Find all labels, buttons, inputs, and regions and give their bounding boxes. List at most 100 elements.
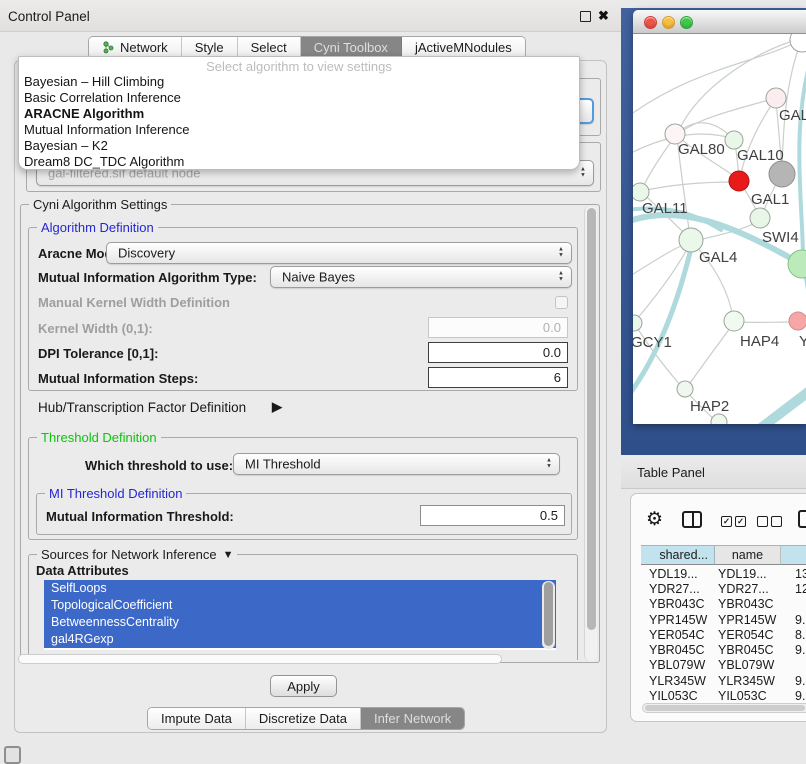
attributes-scroll-thumb[interactable]	[544, 582, 553, 646]
mi-algorithm-type-value: Naive Bayes	[282, 270, 355, 285]
tab-discretize-data[interactable]: Discretize Data	[246, 708, 361, 729]
collapsed-panel-button[interactable]	[4, 746, 21, 764]
settings-scroll-thumb[interactable]	[587, 208, 596, 630]
apply-button-label: Apply	[287, 679, 320, 694]
network-node-gal[interactable]	[766, 88, 786, 108]
popup-item-mutual-information[interactable]: Mutual Information Inference	[19, 122, 579, 138]
mi-steps-field[interactable]: 6	[428, 367, 568, 388]
stepper-icon: ▲▼	[546, 459, 552, 470]
network-window-titlebar[interactable]	[633, 10, 806, 34]
popup-item-bayesian-k2[interactable]: Bayesian – K2	[19, 138, 579, 154]
column-header-cut[interactable]	[781, 545, 806, 565]
list-item-topologicalcoefficient[interactable]: TopologicalCoefficient	[44, 597, 556, 614]
aracne-mode-combobox[interactable]: Discovery ▲▼	[106, 242, 572, 264]
hub-definition-label[interactable]: Hub/Transcription Factor Definition	[38, 400, 246, 415]
table-row[interactable]: YPR145WYPR145W9.	[641, 612, 806, 627]
list-item-gal4rgexp[interactable]: gal4RGexp	[44, 631, 556, 648]
checked-box-icon: ✓	[735, 516, 746, 527]
which-threshold-combobox[interactable]: MI Threshold ▲▼	[233, 453, 560, 475]
network-node[interactable]	[790, 34, 806, 52]
float-panel-icon[interactable]	[580, 11, 591, 22]
network-node-hap2[interactable]	[677, 381, 693, 397]
network-node-gal1-red[interactable]	[729, 171, 749, 191]
tab-cyni-toolbox[interactable]: Cyni Toolbox	[301, 37, 402, 58]
tab-style[interactable]: Style	[182, 37, 238, 58]
algorithm-definition-title: Algorithm Definition	[37, 220, 158, 235]
network-canvas[interactable]: GAL GAL80 GAL10 GAL1 GAL11 SWI4 GAL4 GCY…	[633, 34, 806, 424]
table-row[interactable]: YIL053CYIL053C9.	[641, 688, 806, 703]
table-card: ⚙ ✓ ✓ shared... name	[630, 493, 806, 722]
tab-network[interactable]: Network	[89, 37, 182, 58]
node-label: GAL80	[678, 141, 725, 158]
manual-kernel-width-checkbox[interactable]	[555, 296, 568, 309]
popup-item-aracne[interactable]: ARACNE Algorithm	[19, 106, 579, 122]
network-node-hap4[interactable]	[724, 311, 744, 331]
tab-discretize-data-label: Discretize Data	[259, 711, 347, 726]
mi-steps-label: Mutual Information Steps:	[38, 371, 198, 386]
network-node[interactable]	[711, 414, 727, 424]
network-node-gcy1[interactable]	[633, 315, 642, 331]
window-close-button[interactable]	[644, 16, 657, 29]
collapse-triangle-icon[interactable]: ▼	[223, 549, 234, 561]
settings-scrollbar[interactable]	[584, 206, 597, 661]
node-label: SWI4	[762, 229, 799, 246]
close-panel-icon[interactable]: ✖	[598, 8, 609, 24]
mi-threshold-field[interactable]: 0.5	[420, 505, 565, 526]
window-minimize-button[interactable]	[662, 16, 675, 29]
data-attributes-label: Data Attributes	[36, 563, 129, 578]
network-labels: GAL GAL80 GAL10 GAL1 GAL11 SWI4 GAL4 GCY…	[633, 107, 806, 415]
table-settings-gear-icon[interactable]: ⚙	[646, 508, 663, 531]
apply-button[interactable]: Apply	[270, 675, 337, 697]
column-header-name[interactable]: name	[715, 545, 781, 565]
column-header-shared-name[interactable]: shared...	[641, 545, 715, 565]
list-item-betweennesscentrality[interactable]: BetweennessCentrality	[44, 614, 556, 631]
tab-select[interactable]: Select	[238, 37, 301, 58]
mi-algorithm-type-combobox[interactable]: Naive Bayes ▲▼	[270, 266, 572, 288]
popup-item-basic-correlation[interactable]: Basic Correlation Inference	[19, 90, 579, 106]
settings-horizontal-scrollbar[interactable]	[18, 654, 502, 664]
network-graph: GAL GAL80 GAL10 GAL1 GAL11 SWI4 GAL4 GCY…	[633, 34, 806, 424]
table-hscroll-thumb[interactable]	[645, 705, 805, 711]
aracne-mode-value: Discovery	[118, 246, 175, 261]
control-panel-header	[0, 0, 622, 32]
dpi-tolerance-field[interactable]: 0.0	[428, 342, 568, 363]
table-horizontal-scrollbar[interactable]	[642, 703, 806, 713]
manual-kernel-width-label: Manual Kernel Width Definition	[38, 295, 230, 310]
popup-item-bayesian-hill-climbing[interactable]: Bayesian – Hill Climbing	[19, 74, 579, 90]
tab-jactivemnodules[interactable]: jActiveMNodules	[402, 37, 525, 58]
expand-triangle-icon[interactable]: ▶	[272, 399, 282, 415]
list-item-selfloops[interactable]: SelfLoops	[44, 580, 556, 597]
checked-box-icon: ✓	[721, 516, 732, 527]
stepper-icon: ▲▼	[558, 248, 564, 259]
tab-impute-data[interactable]: Impute Data	[148, 708, 246, 729]
tab-cyni-toolbox-label: Cyni Toolbox	[314, 40, 388, 55]
node-label: HAP2	[690, 398, 729, 415]
kernel-width-field[interactable]: 0.0	[428, 317, 568, 338]
dpi-tolerance-label: DPI Tolerance [0,1]:	[38, 346, 158, 361]
table-panel-body: ⚙ ✓ ✓ shared... name	[621, 489, 806, 762]
split-columns-icon[interactable]	[682, 511, 702, 528]
table-row[interactable]: YBR043CYBR043C	[641, 597, 806, 612]
network-node-salmon[interactable]	[789, 312, 806, 330]
table-row[interactable]: YLR345WYLR345W9.	[641, 673, 806, 688]
new-column-icon[interactable]	[798, 510, 806, 528]
network-node-gal11[interactable]	[633, 183, 649, 201]
attributes-list-scrollbar[interactable]	[542, 581, 555, 649]
table-row[interactable]: YER054CYER054C8.	[641, 627, 806, 642]
threshold-definition-title: Threshold Definition	[37, 430, 161, 445]
popup-item-dream8[interactable]: Dream8 DC_TDC Algorithm	[19, 154, 579, 170]
window-zoom-button[interactable]	[680, 16, 693, 29]
table-row[interactable]: YBL079WYBL079W	[641, 658, 806, 673]
table-row[interactable]: YDL19...YDL19...13	[641, 566, 806, 581]
network-node-big-green[interactable]	[788, 250, 806, 278]
which-threshold-value: MI Threshold	[245, 457, 321, 472]
table-row[interactable]: YBR045CYBR045C9.	[641, 642, 806, 657]
kernel-width-label: Kernel Width (0,1):	[38, 321, 153, 336]
network-node-gray[interactable]	[769, 161, 795, 187]
tab-infer-network[interactable]: Infer Network	[361, 708, 464, 729]
select-all-columns-icon[interactable]: ✓ ✓	[721, 516, 746, 527]
control-panel-title: Control Panel	[8, 9, 90, 24]
network-node-swi4[interactable]	[750, 208, 770, 228]
table-row[interactable]: YDR27...YDR27...12	[641, 581, 806, 596]
deselect-all-columns-icon[interactable]	[757, 516, 782, 527]
